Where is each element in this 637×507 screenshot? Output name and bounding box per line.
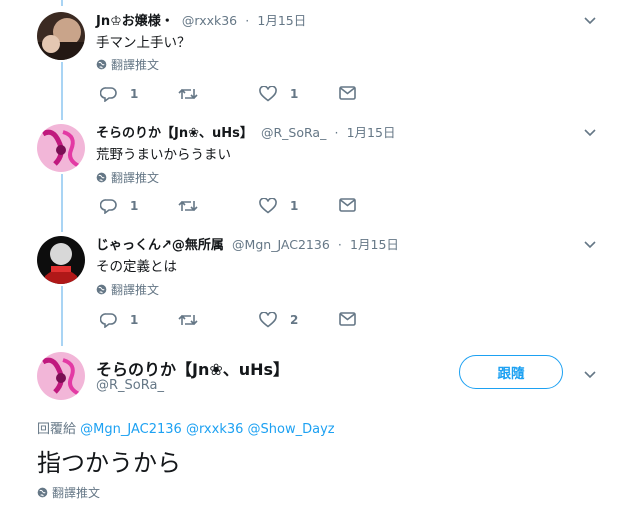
chevron-down-icon[interactable] (582, 236, 598, 252)
chevron-down-icon[interactable] (582, 12, 598, 28)
like-button[interactable]: 1 (259, 86, 298, 102)
like-count: 2 (290, 313, 299, 327)
translate-label[interactable]: 翻譯推文 (111, 169, 159, 186)
display-name[interactable]: そらのりか【Jn❀、uHs】 (96, 356, 289, 380)
mention-link[interactable]: @Mgn_JAC2136 (80, 422, 182, 437)
translate-link[interactable]: 翻譯推文 (37, 484, 100, 501)
tweet[interactable]: そらのりか【Jn❀、uHs】 @R_SoRa_ · 1月15日 荒野うまいからう… (0, 112, 637, 222)
timestamp[interactable]: 1月15日 (347, 125, 396, 140)
globe-icon (96, 59, 107, 70)
reply-button[interactable]: 1 (100, 198, 138, 214)
heart-icon (259, 312, 277, 328)
reply-button[interactable]: 1 (100, 312, 138, 328)
heart-icon (259, 86, 277, 102)
reply-count: 1 (130, 313, 139, 327)
tweet[interactable]: Jn♔お嬢様・ @rxxk36 · 1月15日 手マン上手い？ 翻譯推文 1 1 (0, 0, 637, 110)
avatar[interactable] (37, 124, 85, 172)
mention-link[interactable]: @rxxk36 (186, 422, 243, 437)
separator: · (334, 125, 339, 140)
envelope-icon (339, 198, 356, 212)
retweet-button[interactable] (178, 86, 211, 102)
display-name[interactable]: そらのりか【Jn❀、uHs】 (96, 126, 253, 141)
translate-link[interactable]: 翻譯推文 (96, 281, 159, 298)
reply-icon (100, 199, 117, 214)
timestamp[interactable]: 1月15日 (257, 13, 306, 28)
globe-icon (96, 284, 107, 295)
retweet-icon (178, 88, 198, 100)
reply-count: 1 (130, 199, 139, 213)
chevron-down-icon[interactable] (582, 124, 598, 140)
tweet-text: その定義とは (96, 259, 177, 275)
translate-label[interactable]: 翻譯推文 (111, 281, 159, 298)
chevron-down-icon[interactable] (582, 366, 598, 382)
tweet-text: 指つかうから (37, 449, 181, 477)
separator: · (337, 237, 342, 252)
dm-button[interactable] (339, 198, 356, 212)
heart-icon (259, 198, 277, 214)
envelope-icon (339, 312, 356, 326)
retweet-icon (178, 314, 198, 326)
display-name[interactable]: じゃっくん↗@無所属 (96, 238, 224, 253)
reply-count: 1 (130, 87, 139, 101)
translate-link[interactable]: 翻譯推文 (96, 169, 159, 186)
globe-icon (37, 487, 48, 498)
like-button[interactable]: 1 (259, 198, 298, 214)
display-name[interactable]: Jn♔お嬢様・ (96, 14, 174, 29)
retweet-button[interactable] (178, 198, 211, 214)
like-count: 1 (290, 87, 299, 101)
like-button[interactable]: 2 (259, 312, 298, 328)
translate-label[interactable]: 翻譯推文 (52, 484, 100, 501)
reply-icon (100, 87, 117, 102)
dm-button[interactable] (339, 86, 356, 100)
handle[interactable]: @R_SoRa_ (261, 125, 326, 140)
handle[interactable]: @R_SoRa_ (96, 378, 164, 393)
retweet-icon (178, 200, 198, 212)
tweet-text: 荒野うまいからうまい (96, 147, 231, 163)
timestamp[interactable]: 1月15日 (350, 237, 399, 252)
reply-context: 回覆給 @Mgn_JAC2136 @rxxk36 @Show_Dayz (37, 418, 335, 437)
follow-button[interactable]: 跟隨 (459, 355, 563, 389)
reply-icon (100, 313, 117, 328)
avatar[interactable] (37, 352, 85, 400)
like-count: 1 (290, 199, 299, 213)
tweet-text: 手マン上手い？ (96, 35, 191, 51)
tweet[interactable]: じゃっくん↗@無所属 @Mgn_JAC2136 · 1月15日 その定義とは 翻… (0, 224, 637, 334)
mention-link[interactable]: @Show_Dayz (248, 422, 335, 437)
reply-button[interactable]: 1 (100, 86, 138, 102)
globe-icon (96, 172, 107, 183)
retweet-button[interactable] (178, 312, 211, 328)
handle[interactable]: @rxxk36 (182, 13, 237, 28)
separator: · (245, 13, 250, 28)
avatar[interactable] (37, 236, 85, 284)
reply-prefix: 回覆給 (37, 422, 77, 437)
translate-label[interactable]: 翻譯推文 (111, 56, 159, 73)
avatar[interactable] (37, 12, 85, 60)
translate-link[interactable]: 翻譯推文 (96, 56, 159, 73)
dm-button[interactable] (339, 312, 356, 326)
handle[interactable]: @Mgn_JAC2136 (232, 237, 330, 252)
envelope-icon (339, 86, 356, 100)
